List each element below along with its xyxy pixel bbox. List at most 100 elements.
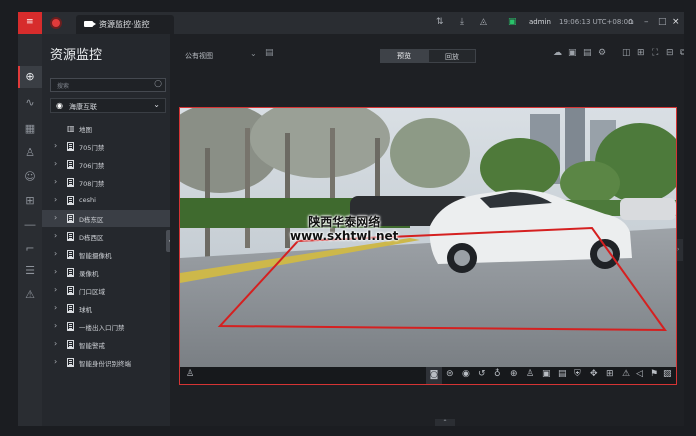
chevron-right-icon[interactable]: › <box>54 213 57 222</box>
username[interactable]: admin <box>529 18 551 26</box>
zoom-icon[interactable]: ⊕ <box>510 369 518 379</box>
close-icon[interactable]: × <box>672 17 680 27</box>
tree-node[interactable]: › 智能摄像机 <box>42 246 170 263</box>
system-time: 19:06:13 UTC+08:00 <box>559 18 633 26</box>
watermark: 陕西华泰网络 www.sxhtwl.net <box>290 215 398 243</box>
image-icon[interactable]: ▨ <box>663 369 672 379</box>
person-icon[interactable]: ♙ <box>23 146 37 160</box>
bell-icon[interactable]: ◬ <box>480 17 487 27</box>
ptz-icon[interactable]: ✥ <box>590 369 598 379</box>
list-icon[interactable]: ☰ <box>23 264 37 278</box>
camera-feed-image <box>180 108 676 368</box>
tree-node[interactable]: › 录像机 <box>42 264 170 281</box>
tree-node[interactable]: › D栋西区 <box>42 228 170 245</box>
instant-playback-icon[interactable]: ◉ <box>462 369 470 379</box>
building-icon <box>67 304 74 313</box>
tree-node[interactable]: › 智能身份识别终端 <box>42 354 170 371</box>
volume-icon[interactable]: ◁ <box>636 369 643 379</box>
tree-node[interactable]: › D栋东区 <box>42 210 170 227</box>
doc-icon[interactable]: ▤ <box>583 48 592 58</box>
tree-node[interactable]: › 球机 <box>42 300 170 317</box>
chevron-right-icon[interactable]: › <box>54 285 57 294</box>
tree-node-label: 708门禁 <box>79 180 105 188</box>
dash-icon[interactable]: ― <box>23 218 37 232</box>
chevron-right-icon[interactable]: › <box>54 339 57 348</box>
tree-node[interactable]: › ceshi <box>42 192 170 209</box>
transfer-icon[interactable]: ⇅ <box>436 17 444 27</box>
table-icon[interactable]: ⊞ <box>23 194 37 208</box>
shield-icon[interactable]: ⛨ <box>574 369 581 379</box>
search-input[interactable]: 搜索 ○ <box>50 78 166 92</box>
tab-resource-monitor[interactable]: 资源监控·监控 <box>76 15 174 34</box>
maximize-icon[interactable]: □ <box>658 17 667 27</box>
popout-icon[interactable]: ⧉ <box>680 48 684 58</box>
video-window[interactable]: 陕西华泰网络 www.sxhtwl.net ♙ ◙ ⊜ ◉ ↺ ♁ ⊕ ♙ ▣ … <box>179 107 677 385</box>
layout-grid-icon[interactable]: ⊞ <box>637 48 645 58</box>
site-selector[interactable]: ◉ 海康互联 ⌄ <box>50 98 166 113</box>
chevron-right-icon[interactable]: › <box>54 141 57 150</box>
bookmark-icon[interactable]: ⚑ <box>650 369 658 379</box>
face-icon[interactable]: ☺ <box>23 170 37 184</box>
globe-icon[interactable]: ⊕ <box>18 66 42 88</box>
tree-node[interactable]: › 706门禁 <box>42 156 170 173</box>
chevron-right-icon[interactable]: › <box>54 357 57 366</box>
download-icon[interactable]: ⤓ <box>460 17 464 27</box>
view-dropdown[interactable]: 公有视图 <box>185 51 213 61</box>
tree-node[interactable]: › 一楼出入口门禁 <box>42 318 170 335</box>
cloud-icon[interactable]: ☁ <box>553 48 562 58</box>
building-icon <box>67 160 74 169</box>
tree-node[interactable]: › 智能警戒 <box>42 336 170 353</box>
search-icon[interactable]: ○ <box>154 79 162 89</box>
tree-node-label: 智能身份识别终端 <box>79 360 131 368</box>
save-view-icon[interactable]: ▤ <box>265 48 274 58</box>
alarm-icon[interactable]: ⚠ <box>622 369 630 379</box>
barrier-icon[interactable]: ⌐ <box>23 242 37 256</box>
chevron-right-icon[interactable]: › <box>54 231 57 240</box>
building-icon <box>67 142 74 151</box>
grid-icon[interactable]: ⊞ <box>606 369 614 379</box>
minimize-icon[interactable]: – <box>644 17 649 27</box>
tree-node-label: 706门禁 <box>79 162 105 170</box>
grid-icon[interactable]: ▦ <box>23 122 37 136</box>
building-icon <box>67 250 74 259</box>
fullscreen-icon[interactable]: ⛶ <box>652 48 658 58</box>
tree-node[interactable]: › 705门禁 <box>42 138 170 155</box>
rewind-icon[interactable]: ↺ <box>478 369 486 379</box>
alarm-icon[interactable]: ⚠ <box>23 288 37 302</box>
record-icon[interactable]: ⊜ <box>446 369 454 379</box>
menu-button[interactable]: ≡ <box>18 12 42 34</box>
person-icon[interactable]: ♙ <box>526 369 534 379</box>
person-detect-icon[interactable]: ♙ <box>186 369 194 379</box>
event-icon[interactable]: ▣ <box>508 17 517 27</box>
building-icon <box>67 196 74 205</box>
screen-icon[interactable]: ▣ <box>542 369 551 379</box>
building-icon <box>67 358 74 367</box>
chevron-right-icon[interactable]: › <box>54 303 57 312</box>
tree-node-label: 地图 <box>79 126 92 134</box>
lock-icon[interactable]: ⌂ <box>628 17 634 27</box>
brand-logo-icon <box>50 17 62 29</box>
chevron-right-icon[interactable]: › <box>54 321 57 330</box>
bottom-grip-handle[interactable]: ⌃ <box>435 419 455 426</box>
pulse-icon[interactable]: ∿ <box>23 96 37 110</box>
tree-node[interactable]: ▥ 地图 <box>42 120 170 137</box>
settings-icon[interactable]: ⚙ <box>598 48 606 58</box>
tab-playback[interactable]: 回放 <box>428 49 476 63</box>
tree-node[interactable]: › 门口区域 <box>42 282 170 299</box>
chevron-down-icon[interactable]: ⌄ <box>250 49 257 58</box>
chevron-right-icon[interactable]: › <box>54 177 57 186</box>
tree-node-label: 智能警戒 <box>79 342 105 350</box>
mic-icon[interactable]: ♁ <box>494 369 501 379</box>
chevron-right-icon[interactable]: › <box>54 267 57 276</box>
split-icon[interactable]: ⊟ <box>666 48 674 58</box>
tree-node[interactable]: › 708门禁 <box>42 174 170 191</box>
save-view-icon[interactable]: ▣ <box>568 48 577 58</box>
right-grip-handle[interactable]: › <box>677 239 683 261</box>
tab-preview[interactable]: 预览 <box>380 49 428 63</box>
window-icon[interactable]: ◫ <box>622 48 631 58</box>
chevron-right-icon[interactable]: › <box>54 195 57 204</box>
snapshot-icon[interactable]: ◙ <box>426 367 442 384</box>
intercom-icon[interactable]: ▤ <box>558 369 567 379</box>
chevron-right-icon[interactable]: › <box>54 159 57 168</box>
chevron-right-icon[interactable]: › <box>54 249 57 258</box>
